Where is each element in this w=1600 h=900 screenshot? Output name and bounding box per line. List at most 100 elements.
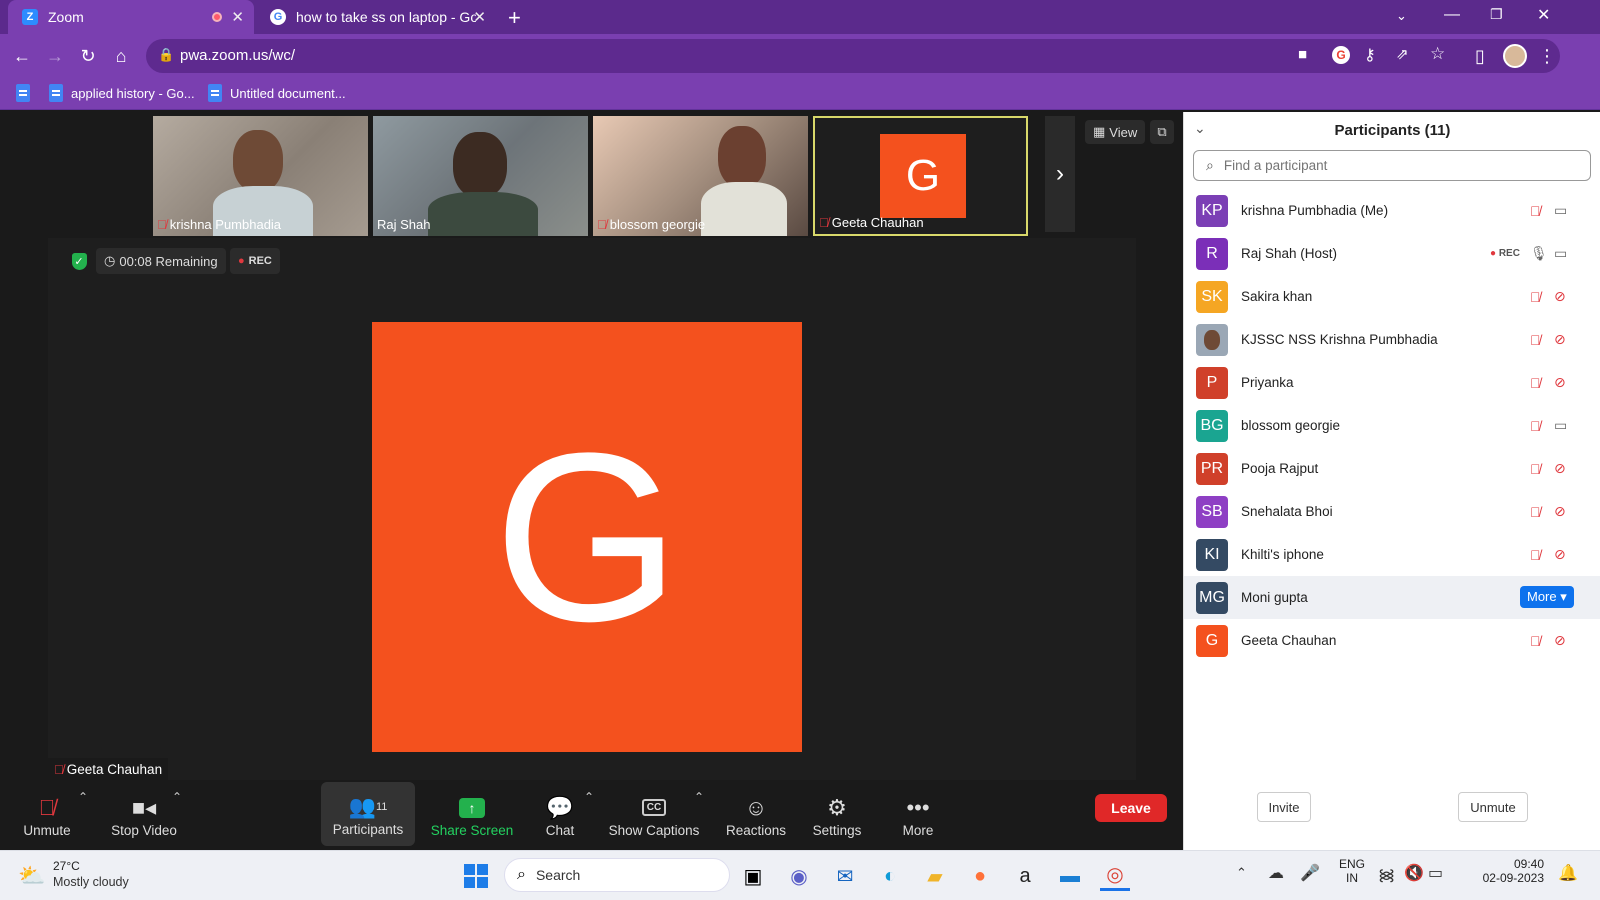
taskbar-search[interactable]: ⌕ Search <box>504 858 730 892</box>
video-thumbnail[interactable]: 🎙̸ krishna Pumbhadia <box>153 116 368 236</box>
rec-dot-icon: ● <box>238 255 245 267</box>
close-icon[interactable]: ✕ <box>231 8 244 26</box>
participant-row[interactable]: G Geeta Chauhan 🎙̸ ⊘ <box>1184 619 1600 662</box>
chevron-up-icon[interactable]: ⌃ <box>584 790 594 804</box>
avatar: R <box>1196 237 1228 270</box>
chevron-up-icon[interactable]: ⌃ <box>694 790 704 804</box>
windows-start-icon[interactable] <box>461 861 491 891</box>
show-captions-button[interactable]: CC Show Captions <box>606 780 702 850</box>
avatar: P <box>1196 366 1228 399</box>
forward-arrow-icon[interactable]: → <box>43 44 67 68</box>
participant-row[interactable]: SK Sakira khan 🎙̸ ⊘ <box>1184 275 1600 318</box>
next-page-chevron-icon[interactable]: › <box>1045 116 1075 232</box>
participant-row[interactable]: R Raj Shah (Host) ● REC 🎙 ▭ <box>1184 232 1600 275</box>
side-panel-icon[interactable]: ▯ <box>1468 44 1492 68</box>
battery-icon[interactable]: ▭ <box>1428 863 1443 883</box>
google-lens-icon[interactable]: G <box>1332 46 1350 64</box>
profile-avatar[interactable] <box>1503 44 1527 68</box>
wifi-icon[interactable]: ᯼ <box>1378 863 1395 885</box>
tab-search-icon[interactable]: ⌄ <box>1396 8 1407 24</box>
unmute-all-button[interactable]: Unmute <box>1458 792 1528 822</box>
participant-name: krishna Pumbhadia (Me) <box>1241 203 1389 218</box>
view-button[interactable]: ▦ View <box>1085 120 1146 144</box>
participant-name: Geeta Chauhan <box>1241 633 1337 648</box>
participant-row[interactable]: PR Pooja Rajput 🎙̸ ⊘ <box>1184 447 1600 490</box>
clock[interactable]: 09:40 02-09-2023 <box>1478 857 1544 885</box>
reload-icon[interactable]: ↻ <box>76 44 100 68</box>
file-explorer-icon[interactable]: ▰ <box>920 861 950 891</box>
participant-row[interactable]: KP krishna Pumbhadia (Me) 🎙̸ ▭ <box>1184 189 1600 232</box>
video-thumbnail[interactable]: 🎙̸ blossom georgie <box>593 116 808 236</box>
reactions-button[interactable]: ☺ Reactions <box>720 780 792 850</box>
close-icon[interactable]: ✕ <box>473 8 486 26</box>
cloud-sync-icon[interactable]: ☁ <box>1268 863 1284 883</box>
speaker-muted-icon[interactable]: 🔇 <box>1404 863 1424 883</box>
chevron-up-icon[interactable]: ⌃ <box>1236 865 1247 881</box>
invite-button[interactable]: Invite <box>1257 792 1311 822</box>
docs-icon <box>49 84 63 102</box>
muted-mic-icon: 🎙̸ <box>1530 503 1541 520</box>
chevron-up-icon[interactable]: ⌃ <box>78 790 88 804</box>
participant-row[interactable]: BG blossom georgie 🎙̸ ▭ <box>1184 404 1600 447</box>
chat-button[interactable]: 💬 Chat <box>530 780 590 850</box>
unmute-button[interactable]: 🎙̸ Unmute <box>12 780 82 850</box>
tab-zoom[interactable]: Z Zoom ✕ <box>8 0 254 34</box>
star-icon[interactable]: ☆ <box>1430 44 1445 64</box>
share-icon[interactable]: ⇗ <box>1396 45 1409 63</box>
participant-row[interactable]: KJSSC NSS Krishna Pumbhadia 🎙̸ ⊘ <box>1184 318 1600 361</box>
notification-bell-icon[interactable]: 🔔 <box>1558 863 1578 883</box>
teams-icon[interactable]: ◉ <box>784 861 814 891</box>
mail-icon[interactable]: ✉ <box>830 861 860 891</box>
search-input[interactable] <box>1223 158 1564 173</box>
leave-button[interactable]: Leave <box>1095 794 1167 822</box>
participant-row[interactable]: MG Moni gupta More ▾ <box>1184 576 1600 619</box>
participant-search[interactable]: ⌕ <box>1193 150 1591 181</box>
thumbnail-name: 🎙̸ krishna Pumbhadia <box>157 217 281 232</box>
edge-icon[interactable]: ◐ <box>875 861 905 891</box>
chrome-icon[interactable]: ◎ <box>1100 861 1130 891</box>
participants-button[interactable]: 👥 11 Participants <box>321 782 415 846</box>
unmute-label: Unmute <box>23 822 71 838</box>
home-icon[interactable]: ⌂ <box>109 44 133 68</box>
restore-button[interactable]: ❐ <box>1490 6 1503 23</box>
muted-mic-icon: 🎙̸ <box>1530 374 1541 391</box>
task-view-icon[interactable]: ▣ <box>738 861 768 891</box>
fullscreen-icon[interactable]: ⧉ <box>1150 120 1174 144</box>
participant-row[interactable]: P Priyanka 🎙̸ ⊘ <box>1184 361 1600 404</box>
more-dropdown-button[interactable]: More ▾ <box>1520 586 1574 608</box>
bookmark-untitled-document[interactable]: Untitled document... <box>208 84 346 102</box>
address-bar[interactable]: 🔒 pwa.zoom.us/wc/ ■ G ⚷ ⇗ ☆ <box>146 39 1560 73</box>
avatar: SK <box>1196 280 1228 313</box>
apps-icon[interactable] <box>16 84 38 102</box>
minimize-button[interactable]: — <box>1444 6 1460 24</box>
security-shield-icon[interactable]: ✓ <box>66 248 92 274</box>
lock-icon: 🔒 <box>158 47 175 62</box>
camera-icon[interactable]: ■ <box>1298 46 1307 63</box>
grid-icon: ▦ <box>1093 124 1106 139</box>
participant-row[interactable]: SB Snehalata Bhoi 🎙̸ ⊘ <box>1184 490 1600 533</box>
timer-chip: ◷ 00:08 Remaining <box>96 248 226 274</box>
firefox-icon[interactable]: ● <box>965 861 995 891</box>
key-icon[interactable]: ⚷ <box>1364 45 1376 65</box>
menu-dots-icon[interactable]: ⋮ <box>1535 44 1559 68</box>
tab-google-search[interactable]: G how to take ss on laptop - Googl ✕ <box>256 0 496 34</box>
new-tab-button[interactable]: + <box>508 5 521 31</box>
muted-mic-icon: 🎙̸ <box>54 761 64 777</box>
share-screen-button[interactable]: ↑ Share Screen <box>425 780 519 850</box>
microphone-icon[interactable]: 🎤 <box>1300 863 1320 883</box>
bookmark-applied-history[interactable]: applied history - Go... <box>49 84 195 102</box>
back-arrow-icon[interactable]: ← <box>10 44 34 68</box>
participant-row[interactable]: KI Khilti's iphone 🎙̸ ⊘ <box>1184 533 1600 576</box>
language-indicator[interactable]: ENG IN <box>1335 857 1369 885</box>
remote-desktop-icon[interactable]: ▬ <box>1055 861 1085 891</box>
weather-desc[interactable]: Mostly cloudy <box>53 875 129 889</box>
more-button[interactable]: ••• More <box>890 780 946 850</box>
video-thumbnail-active-speaker[interactable]: G 🎙̸ Geeta Chauhan <box>813 116 1028 236</box>
chevron-up-icon[interactable]: ⌃ <box>172 790 182 804</box>
video-thumbnail[interactable]: Raj Shah <box>373 116 588 236</box>
settings-button[interactable]: ⚙ Settings <box>807 780 867 850</box>
weather-temp[interactable]: 27°C <box>53 859 80 873</box>
window-close-button[interactable]: ✕ <box>1537 5 1550 25</box>
search-icon: ⌕ <box>1206 157 1214 173</box>
amazon-icon[interactable]: a <box>1010 861 1040 891</box>
